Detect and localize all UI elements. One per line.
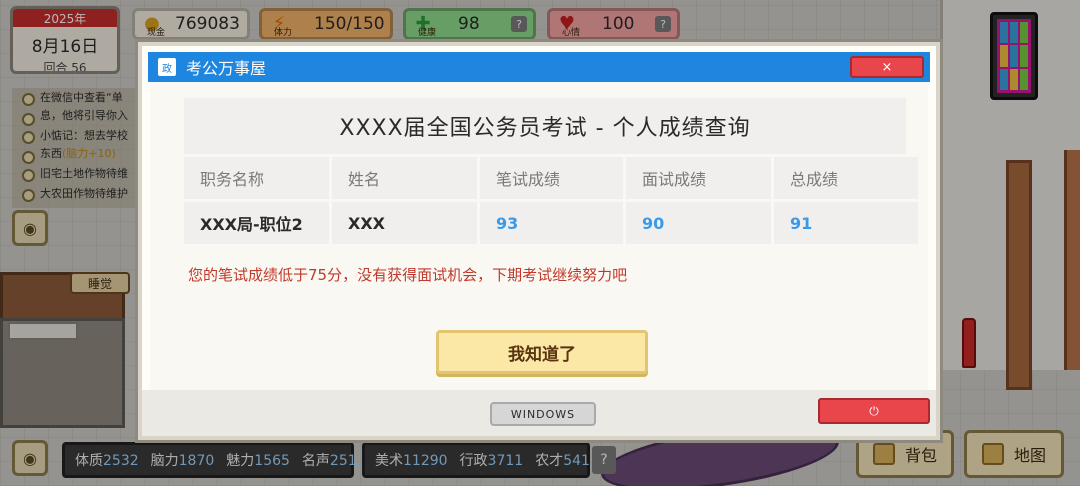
- header-position: 职务名称: [184, 157, 329, 199]
- exam-dialog: 政 考公万事屋 × XXXX届全国公务员考试 - 个人成绩查询 职务名称 姓名 …: [138, 42, 940, 440]
- app-logo-icon: 政: [158, 58, 176, 76]
- cell-written-score: 93: [480, 202, 623, 244]
- power-icon: ⏻: [869, 403, 879, 418]
- dialog-footer: WINDOWS ⏻: [142, 390, 936, 436]
- cell-position: XXX局-职位2: [184, 202, 329, 244]
- dialog-content: XXXX届全国公务员考试 - 个人成绩查询 职务名称 姓名 笔试成绩 面试成绩 …: [150, 82, 928, 390]
- dialog-title: 考公万事屋: [186, 59, 267, 78]
- exam-title: XXXX届全国公务员考试 - 个人成绩查询: [184, 98, 906, 154]
- windows-button[interactable]: WINDOWS: [490, 402, 596, 426]
- header-written-score: 笔试成绩: [480, 157, 623, 199]
- score-grid: 职务名称 姓名 笔试成绩 面试成绩 总成绩 XXX局-职位2 XXX 93 90…: [184, 157, 918, 244]
- cell-name: XXX: [332, 202, 477, 244]
- result-message: 您的笔试成绩低于75分，没有获得面试机会，下期考试继续努力吧: [188, 266, 628, 284]
- close-button[interactable]: ×: [850, 56, 924, 78]
- dialog-title-bar: 政 考公万事屋 ×: [148, 52, 930, 82]
- cell-interview-score: 90: [626, 202, 771, 244]
- acknowledge-button[interactable]: 我知道了: [436, 330, 648, 374]
- cell-total-score: 91: [774, 202, 918, 244]
- score-table: XXXX届全国公务员考试 - 个人成绩查询 职务名称 姓名 笔试成绩 面试成绩 …: [184, 98, 918, 248]
- power-button[interactable]: ⏻: [818, 398, 930, 424]
- header-name: 姓名: [332, 157, 477, 199]
- header-total-score: 总成绩: [774, 157, 918, 199]
- header-interview-score: 面试成绩: [626, 157, 771, 199]
